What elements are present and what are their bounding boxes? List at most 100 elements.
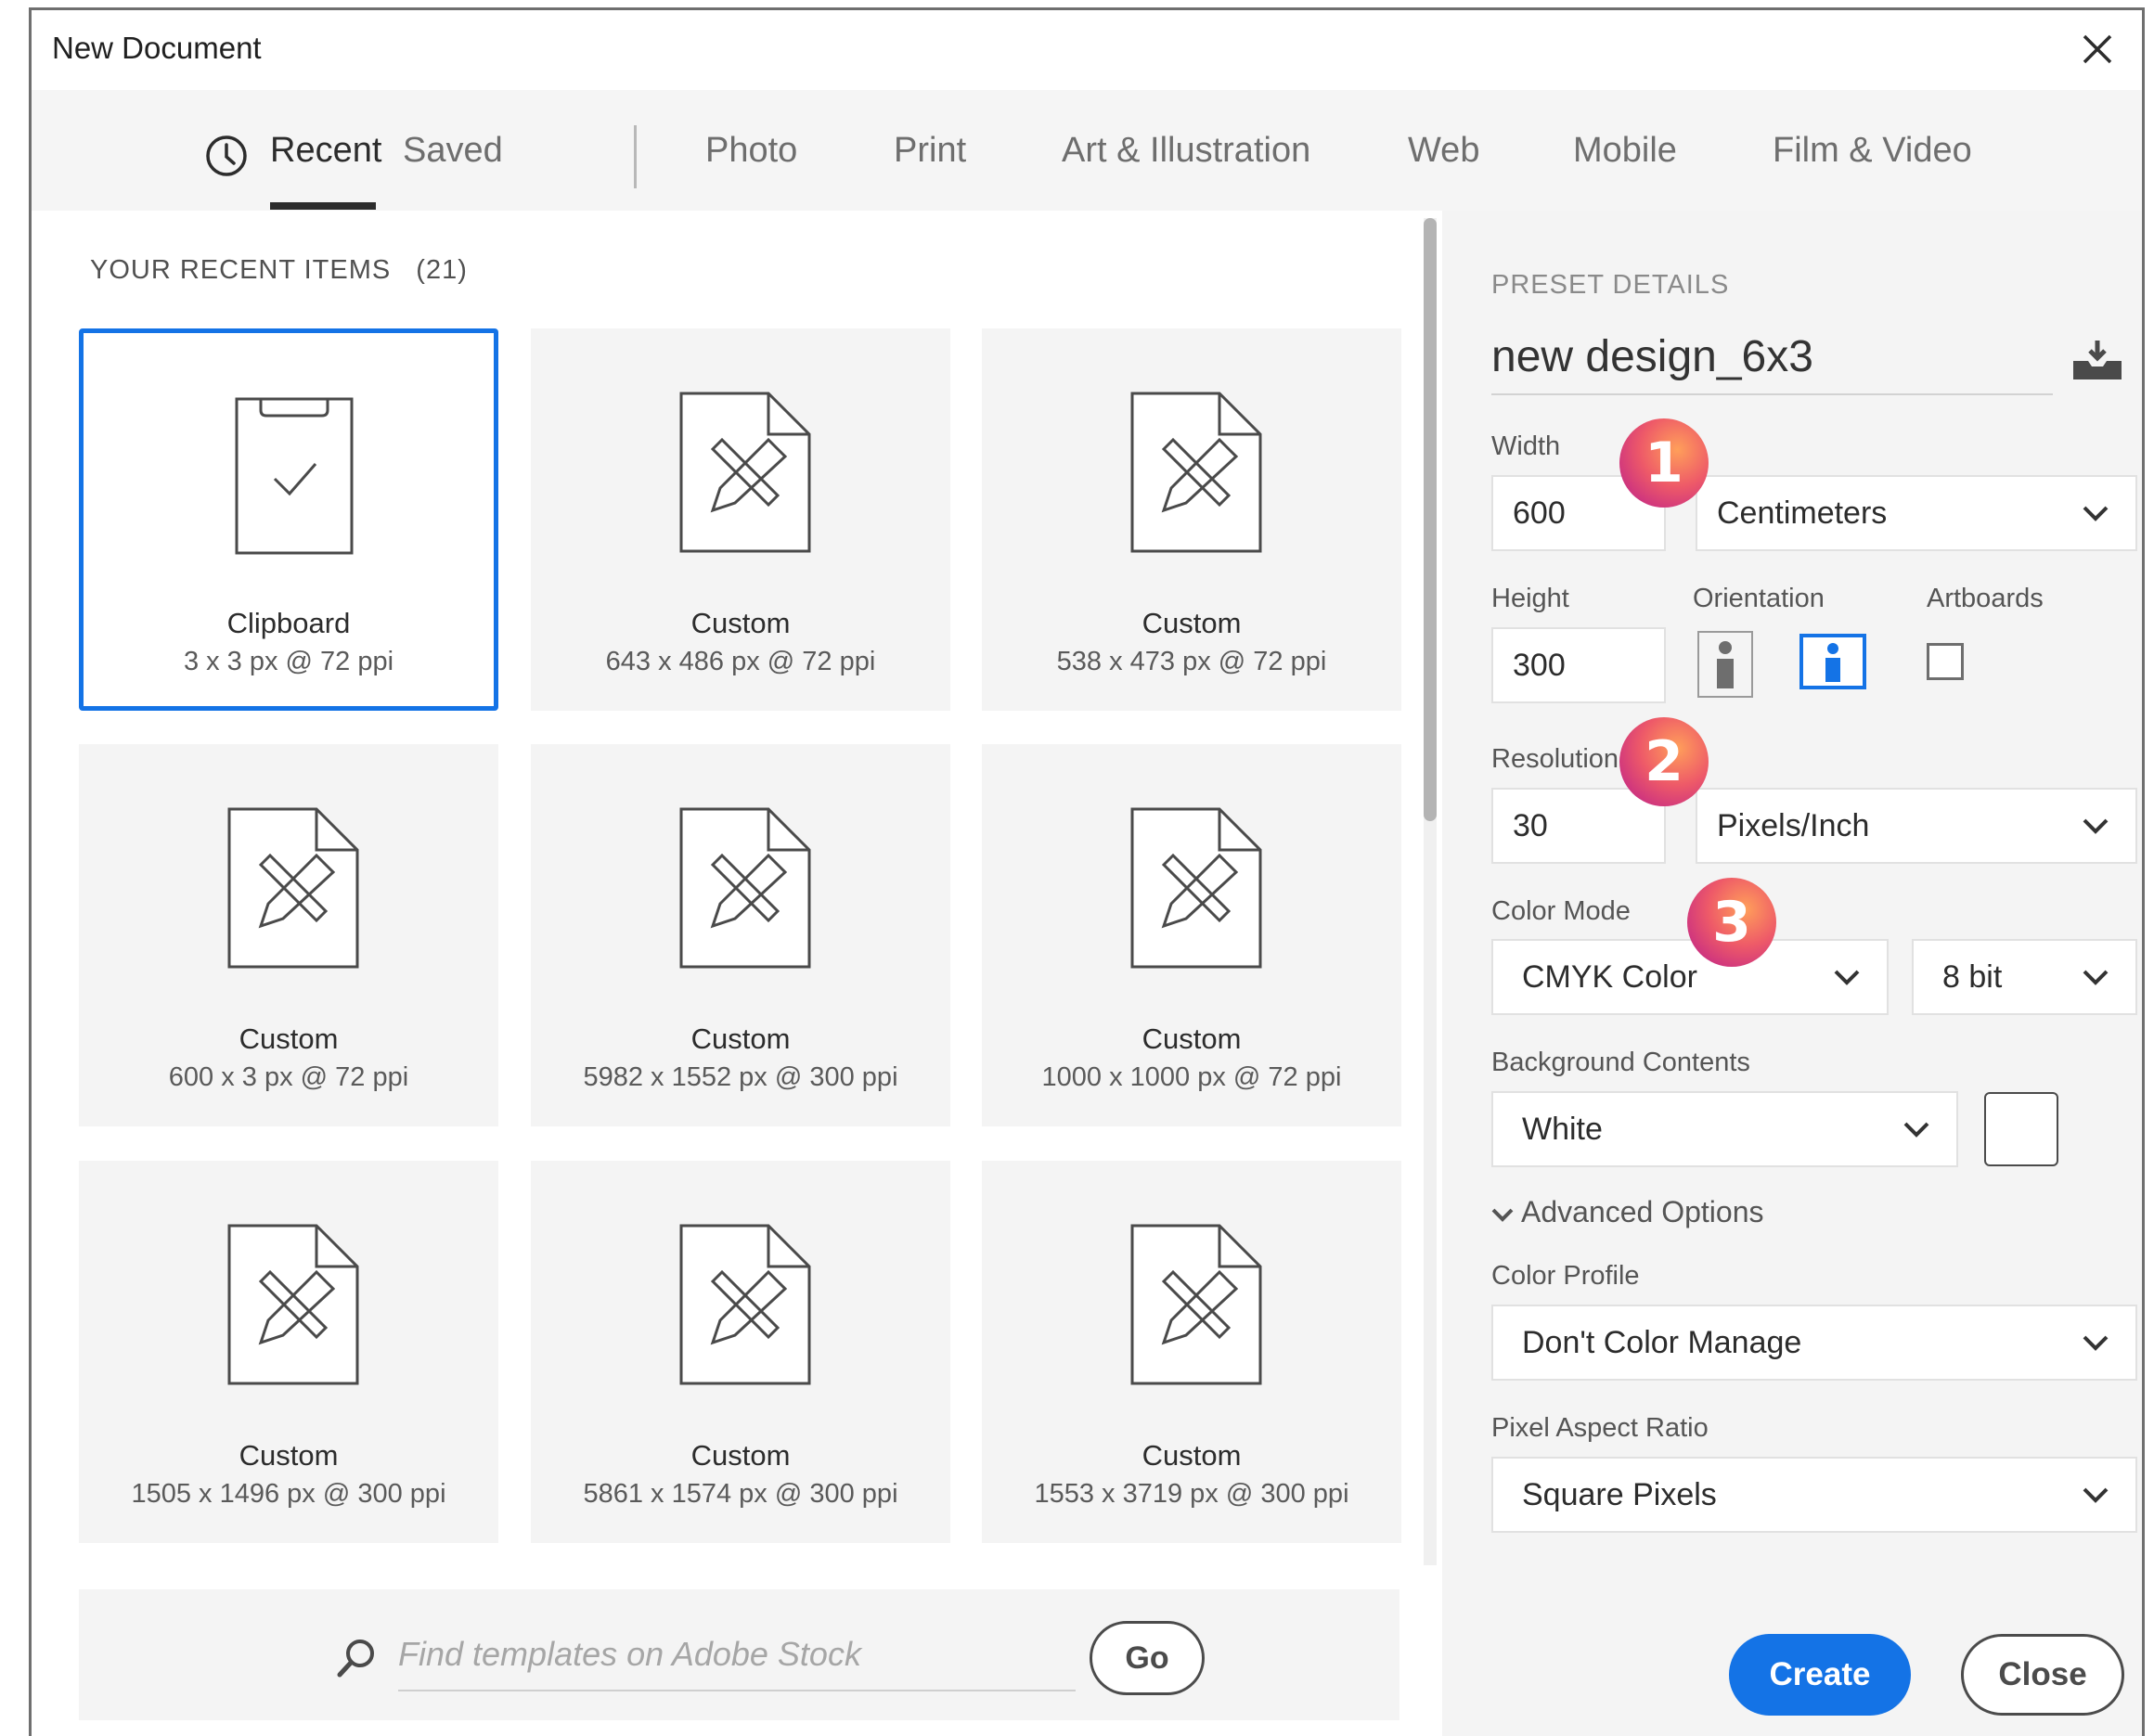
tab-web[interactable]: Web: [1408, 131, 1479, 171]
width-label: Width: [1491, 431, 1561, 461]
color-profile-value: Don't Color Manage: [1522, 1325, 1802, 1360]
recent-items-count: (21): [416, 255, 468, 285]
tab-recent[interactable]: Recent: [270, 131, 381, 171]
recent-item-custom[interactable]: Custom 600 x 3 px @ 72 ppi: [79, 744, 498, 1126]
item-name: Custom: [239, 1439, 339, 1472]
color-mode-select[interactable]: CMYK Color: [1491, 939, 1889, 1015]
width-unit-select[interactable]: Centimeters: [1696, 475, 2137, 551]
save-preset-icon[interactable]: [2070, 337, 2125, 383]
landscape-icon: [1825, 643, 1840, 682]
portrait-orientation-button[interactable]: [1697, 631, 1753, 698]
recent-items-title: YOUR RECENT ITEMS: [90, 255, 392, 285]
tab-saved[interactable]: Saved: [403, 131, 503, 171]
color-profile-label: Color Profile: [1491, 1261, 1640, 1291]
chevron-down-icon: [2083, 970, 2109, 985]
tab-divider: [634, 125, 637, 188]
chevron-down-icon: [2083, 1487, 2109, 1503]
pixel-aspect-ratio-label: Pixel Aspect Ratio: [1491, 1413, 1709, 1443]
stock-search-bar: Go: [79, 1589, 1399, 1720]
close-icon[interactable]: [2079, 31, 2116, 68]
custom-document-icon: [679, 1224, 811, 1385]
custom-document-icon: [1130, 1224, 1262, 1385]
item-name: Custom: [690, 1022, 791, 1055]
tab-print[interactable]: Print: [894, 131, 966, 171]
chevron-down-icon: [2083, 818, 2109, 834]
item-name: Custom: [1141, 1439, 1242, 1472]
stock-search-input[interactable]: [398, 1619, 1076, 1691]
bit-depth-select[interactable]: 8 bit: [1912, 939, 2137, 1015]
clipboard-icon: [235, 397, 354, 555]
color-profile-select[interactable]: Don't Color Manage: [1491, 1305, 2137, 1381]
pixel-aspect-ratio-select[interactable]: Square Pixels: [1491, 1457, 2137, 1533]
recent-item-custom[interactable]: Custom 1505 x 1496 px @ 300 ppi: [79, 1161, 498, 1543]
clock-icon: [206, 135, 247, 176]
item-dimensions: 1000 x 1000 px @ 72 ppi: [1041, 1062, 1342, 1092]
preset-details-heading: PRESET DETAILS: [1491, 270, 1730, 300]
recent-item-clipboard[interactable]: Clipboard 3 x 3 px @ 72 ppi: [79, 328, 498, 711]
item-dimensions: 5982 x 1552 px @ 300 ppi: [583, 1062, 898, 1092]
bit-depth-value: 8 bit: [1942, 959, 2003, 995]
tab-mobile[interactable]: Mobile: [1573, 131, 1677, 171]
color-mode-label: Color Mode: [1491, 896, 1631, 926]
item-dimensions: 3 x 3 px @ 72 ppi: [183, 647, 394, 676]
scrollbar-thumb[interactable]: [1424, 218, 1437, 821]
preset-category-tabs: Recent Saved Photo Print Art & Illustrat…: [32, 90, 2142, 211]
chevron-down-icon: [1903, 1122, 1929, 1138]
item-name: Custom: [690, 1439, 791, 1472]
advanced-options-toggle[interactable]: Advanced Options: [1491, 1195, 1764, 1229]
item-dimensions: 5861 x 1574 px @ 300 ppi: [583, 1479, 898, 1509]
item-dimensions: 643 x 486 px @ 72 ppi: [605, 647, 876, 676]
custom-document-icon: [227, 1224, 359, 1385]
preset-name-underline: [1491, 393, 2053, 395]
preset-name-field[interactable]: new design_6x3: [1491, 331, 1813, 382]
recent-item-custom[interactable]: Custom 538 x 473 px @ 72 ppi: [982, 328, 1401, 711]
recent-items-heading: YOUR RECENT ITEMS (21): [90, 255, 468, 286]
background-contents-select[interactable]: White: [1491, 1091, 1958, 1167]
active-tab-indicator: [270, 202, 376, 210]
width-unit-value: Centimeters: [1717, 495, 1888, 531]
recent-item-custom[interactable]: Custom 1553 x 3719 px @ 300 ppi: [982, 1161, 1401, 1543]
resolution-unit-value: Pixels/Inch: [1717, 808, 1870, 843]
artboards-label: Artboards: [1927, 584, 2044, 613]
orientation-label: Orientation: [1693, 584, 1825, 613]
tab-film-video[interactable]: Film & Video: [1773, 131, 1972, 171]
preset-details-panel: PRESET DETAILS new design_6x3 Width 600 …: [1442, 211, 2142, 1736]
landscape-orientation-button[interactable]: [1799, 634, 1866, 689]
custom-document-icon: [227, 807, 359, 969]
custom-document-icon: [679, 807, 811, 969]
callout-badge-2: 2: [1619, 717, 1709, 806]
recent-item-custom[interactable]: Custom 1000 x 1000 px @ 72 ppi: [982, 744, 1401, 1126]
resolution-unit-select[interactable]: Pixels/Inch: [1696, 788, 2137, 864]
recent-item-custom[interactable]: Custom 643 x 486 px @ 72 ppi: [531, 328, 950, 711]
artboards-checkbox[interactable]: [1927, 643, 1964, 680]
chevron-down-icon: [1491, 1208, 1514, 1222]
chevron-down-icon: [2083, 506, 2109, 521]
background-color-swatch[interactable]: [1984, 1092, 2058, 1166]
background-contents-value: White: [1522, 1112, 1603, 1147]
item-dimensions: 538 x 473 px @ 72 ppi: [1056, 647, 1327, 676]
search-icon: [337, 1640, 374, 1678]
color-mode-value: CMYK Color: [1522, 959, 1697, 995]
custom-document-icon: [679, 392, 811, 553]
close-button[interactable]: Close: [1961, 1634, 2124, 1716]
recent-item-custom[interactable]: Custom 5861 x 1574 px @ 300 ppi: [531, 1161, 950, 1543]
recent-item-custom[interactable]: Custom 5982 x 1552 px @ 300 ppi: [531, 744, 950, 1126]
tab-art-illustration[interactable]: Art & Illustration: [1062, 131, 1310, 171]
item-dimensions: 600 x 3 px @ 72 ppi: [168, 1062, 409, 1092]
custom-document-icon: [1130, 392, 1262, 553]
item-dimensions: 1553 x 3719 px @ 300 ppi: [1034, 1479, 1349, 1509]
resolution-label: Resolution: [1491, 744, 1619, 774]
custom-document-icon: [1130, 807, 1262, 969]
advanced-options-label: Advanced Options: [1521, 1195, 1764, 1228]
tab-photo[interactable]: Photo: [705, 131, 797, 171]
title-bar: New Document: [32, 10, 2142, 90]
pixel-aspect-ratio-value: Square Pixels: [1522, 1477, 1717, 1512]
create-button[interactable]: Create: [1729, 1634, 1911, 1716]
chevron-down-icon: [2083, 1335, 2109, 1351]
item-name: Custom: [239, 1022, 339, 1055]
height-input[interactable]: 300: [1491, 627, 1666, 703]
background-contents-label: Background Contents: [1491, 1048, 1750, 1077]
go-button[interactable]: Go: [1090, 1621, 1205, 1695]
item-dimensions: 1505 x 1496 px @ 300 ppi: [131, 1479, 446, 1509]
new-document-dialog: New Document Recent Saved Photo Print Ar…: [29, 7, 2145, 1736]
